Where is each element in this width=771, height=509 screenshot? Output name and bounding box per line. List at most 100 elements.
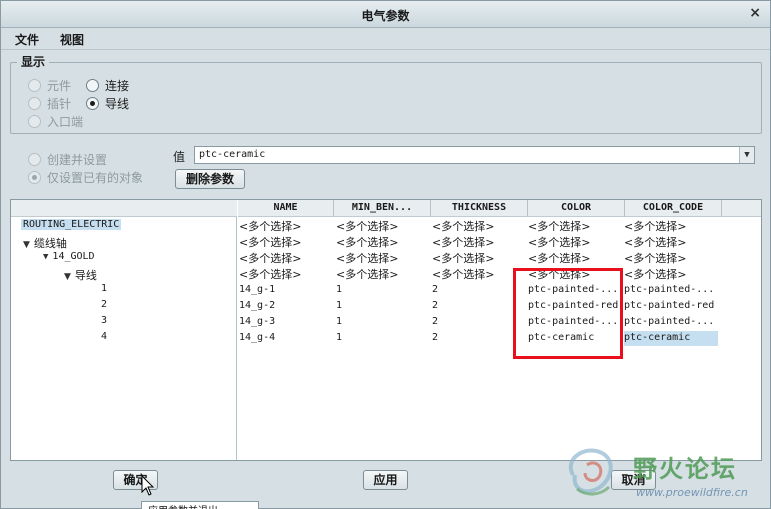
grid-cell[interactable]: <多个选择> (432, 218, 494, 234)
expand-triangle-icon[interactable]: ▼ (43, 252, 48, 262)
radio-dot (28, 79, 41, 92)
radio-dot (28, 97, 41, 110)
value-label: 值 (173, 150, 186, 164)
parameter-grid: NAME MIN_BEN... THICKNESS COLOR COLOR_CO… (238, 200, 761, 460)
menu-bar: 文件 视图 (1, 28, 770, 50)
grid-cell[interactable]: <多个选择> (624, 218, 686, 234)
tree-root-label: ROUTING_ELECTRIC (21, 219, 122, 230)
tree-node-spool[interactable]: ▼ 14_GOLD (43, 251, 95, 262)
grid-cell-color-code[interactable]: ptc-painted-... (624, 284, 714, 295)
grid-cell[interactable]: <多个选择> (624, 250, 686, 266)
grid-cell[interactable]: <多个选择> (528, 250, 590, 266)
column-header-color-code[interactable]: COLOR_CODE (625, 202, 721, 213)
tree-node-bundle[interactable]: ▼ 缆线轴 (23, 235, 67, 251)
grid-cell[interactable]: <多个选择> (432, 250, 494, 266)
grid-cell-thickness[interactable]: 2 (432, 316, 438, 327)
grid-cell[interactable]: <多个选择> (432, 266, 494, 282)
grid-cell-color-code-selected[interactable]: ptc-ceramic (624, 331, 718, 346)
grid-cell[interactable]: <多个选择> (336, 266, 398, 282)
radio-dot (28, 153, 41, 166)
grid-cell-min-bend[interactable]: 1 (336, 316, 342, 327)
grid-cell-thickness[interactable]: 2 (432, 332, 438, 343)
grid-cell[interactable]: <多个选择> (528, 234, 590, 250)
radio-label: 入口端 (47, 115, 84, 129)
electrical-parameters-dialog: 电气参数 × 文件 视图 显示 元件 连接 插针 导线 入口端 创建并设置 仅设… (0, 0, 771, 509)
column-separator[interactable] (721, 200, 722, 217)
grid-cell-color-code[interactable]: ptc-painted-... (624, 316, 714, 327)
radio-wire[interactable]: 导线 (86, 95, 129, 112)
grid-cell-min-bend[interactable]: 1 (336, 332, 342, 343)
grid-cell-thickness[interactable]: 2 (432, 300, 438, 311)
grid-cell-min-bend[interactable]: 1 (336, 284, 342, 295)
grid-cell-name[interactable]: 14_g-4 (239, 332, 275, 343)
radio-dot (86, 97, 99, 110)
grid-cell[interactable]: <多个选择> (432, 234, 494, 250)
radio-dot (28, 171, 41, 184)
radio-component[interactable]: 元件 (28, 77, 71, 94)
radio-label: 连接 (105, 79, 130, 93)
expand-triangle-icon[interactable]: ▼ (64, 272, 71, 282)
tree-node-label: 14_GOLD (52, 251, 95, 262)
apply-button[interactable]: 应用 (363, 470, 408, 490)
grid-cell-name[interactable]: 14_g-1 (239, 284, 275, 295)
column-header-name[interactable]: NAME (238, 202, 333, 213)
close-icon[interactable]: × (749, 5, 761, 21)
grid-cell[interactable]: <多个选择> (239, 266, 301, 282)
grid-cell[interactable]: <多个选择> (239, 218, 301, 234)
radio-label: 元件 (47, 79, 72, 93)
highlight-annotation-box (513, 268, 623, 359)
tree-item[interactable]: 1 (101, 283, 107, 294)
grid-cell-min-bend[interactable]: 1 (336, 300, 342, 311)
watermark-text: 野火论坛 (633, 455, 737, 483)
grid-cell-color-code[interactable]: ptc-painted-red (624, 300, 714, 311)
grid-cell[interactable]: <多个选择> (239, 234, 301, 250)
radio-dot (28, 115, 41, 128)
radio-create-and-set[interactable]: 创建并设置 (28, 151, 107, 168)
tree-header (11, 200, 237, 217)
column-header-color[interactable]: COLOR (528, 202, 624, 213)
radio-connection[interactable]: 连接 (86, 77, 129, 94)
column-header-min-bend[interactable]: MIN_BEN... (334, 202, 430, 213)
tree-node-label: 导线 (74, 269, 97, 282)
radio-label: 创建并设置 (47, 153, 108, 167)
radio-dot (86, 79, 99, 92)
object-tree: ROUTING_ELECTRIC ▼ 缆线轴 ▼ 14_GOLD ▼ 导线 1 2 3… (11, 200, 237, 460)
watermark-url: www.proewildfire.cn (636, 486, 748, 499)
grid-cell[interactable]: <多个选择> (239, 250, 301, 266)
menu-file[interactable]: 文件 (15, 31, 39, 48)
title-bar: 电气参数 × (1, 1, 770, 28)
menu-view[interactable]: 视图 (60, 31, 84, 48)
value-combobox[interactable]: ptc-ceramic ▼ (194, 146, 755, 164)
grid-cell[interactable]: <多个选择> (528, 218, 590, 234)
radio-only-existing[interactable]: 仅设置已有的对象 (28, 169, 143, 186)
tree-item[interactable]: 3 (101, 315, 107, 326)
tree-node-wires[interactable]: ▼ 导线 (64, 267, 97, 283)
display-group-title: 显示 (17, 53, 50, 70)
radio-pin[interactable]: 插针 (28, 95, 71, 112)
tree-item[interactable]: 4 (101, 331, 107, 342)
parameter-panel: ROUTING_ELECTRIC ▼ 缆线轴 ▼ 14_GOLD ▼ 导线 1 2 3… (10, 199, 762, 461)
tree-node-label: 缆线轴 (33, 237, 67, 250)
grid-cell-thickness[interactable]: 2 (432, 284, 438, 295)
tree-root[interactable]: ROUTING_ELECTRIC (21, 219, 122, 230)
dialog-title: 电气参数 (361, 9, 410, 23)
column-header-thickness[interactable]: THICKNESS (431, 202, 527, 213)
grid-cell[interactable]: <多个选择> (624, 266, 686, 282)
grid-cell-name[interactable]: 14_g-2 (239, 300, 275, 311)
mouse-pointer-icon (141, 475, 155, 496)
value-text: ptc-ceramic (199, 149, 266, 160)
chevron-down-icon[interactable]: ▼ (739, 147, 754, 163)
grid-cell[interactable]: <多个选择> (336, 250, 398, 266)
expand-triangle-icon[interactable]: ▼ (23, 240, 30, 250)
radio-label: 导线 (105, 97, 130, 111)
ok-button-tooltip: 应用参数并退出 (141, 501, 259, 509)
grid-cell-name[interactable]: 14_g-3 (239, 316, 275, 327)
grid-cell[interactable]: <多个选择> (624, 234, 686, 250)
tree-item[interactable]: 2 (101, 299, 107, 310)
radio-label: 插针 (47, 97, 72, 111)
delete-parameter-button[interactable]: 删除参数 (175, 169, 245, 189)
grid-cell[interactable]: <多个选择> (336, 218, 398, 234)
radio-label: 仅设置已有的对象 (47, 171, 144, 185)
radio-entry-port[interactable]: 入口端 (28, 113, 83, 130)
grid-cell[interactable]: <多个选择> (336, 234, 398, 250)
